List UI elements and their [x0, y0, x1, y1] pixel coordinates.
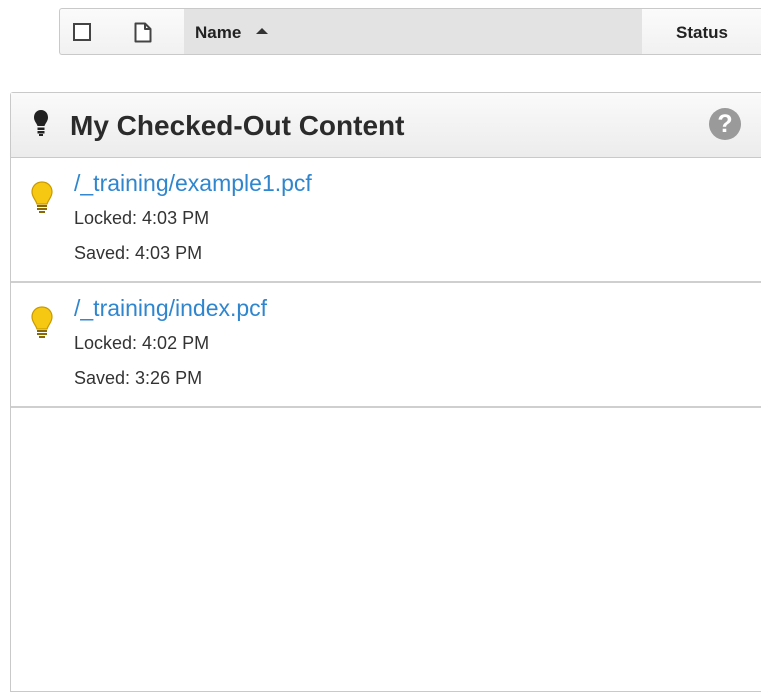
item-locked-time: Locked: 4:02 PM — [74, 333, 210, 353]
lightbulb-icon — [34, 110, 48, 136]
panel-header: My Checked-Out Content ? — [11, 93, 761, 158]
file-icon — [134, 22, 152, 43]
item-path-link[interactable]: /_training/example1.pcf — [74, 170, 312, 197]
sort-ascending-icon — [256, 28, 268, 34]
file-list-header: Name Status — [59, 8, 761, 55]
list-item: /_training/index.pcf Locked: 4:02 PM Sav… — [11, 283, 761, 408]
checked-out-content-panel: My Checked-Out Content ? /_training/exam… — [10, 92, 761, 692]
list-item: /_training/example1.pcf Locked: 4:03 PM … — [11, 158, 761, 283]
panel-title: My Checked-Out Content — [70, 110, 405, 141]
item-locked-time: Locked: 4:03 PM — [74, 208, 210, 228]
item-saved-time: Saved: 3:26 PM — [74, 368, 203, 388]
item-saved-time: Saved: 4:03 PM — [74, 243, 203, 263]
item-path-link[interactable]: /_training/index.pcf — [74, 295, 267, 322]
help-icon[interactable]: ? — [709, 108, 741, 140]
name-column-label: Name — [195, 23, 242, 42]
select-all-checkbox[interactable] — [73, 23, 91, 41]
lightbulb-icon — [31, 306, 53, 338]
lightbulb-icon — [31, 181, 53, 213]
status-column-header[interactable]: Status — [676, 23, 728, 43]
name-column-header[interactable]: Name — [184, 9, 642, 54]
